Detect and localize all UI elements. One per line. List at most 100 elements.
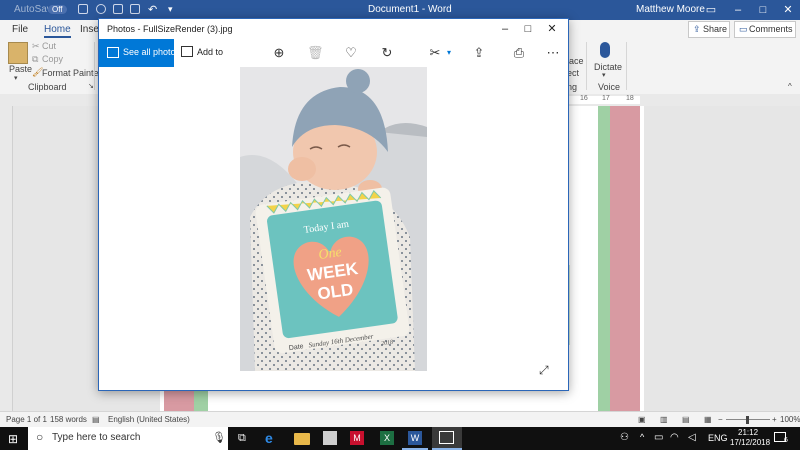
proofing-icon[interactable]: ▤ [92, 415, 100, 424]
word-title-bar: AutoSave Off ↶ ▾ Document1 - Word Matthe… [0, 0, 800, 20]
paste-dropdown-icon[interactable]: ▾ [14, 74, 18, 82]
language-status[interactable]: English (United States) [108, 415, 190, 424]
undo-icon[interactable]: ↶ [148, 3, 157, 16]
notification-count: 6 [784, 437, 788, 444]
print-preview-icon[interactable] [113, 4, 123, 14]
clipboard-launcher-icon[interactable]: ↘ [88, 82, 94, 90]
print-icon[interactable]: ⎙ [511, 45, 527, 61]
vertical-ruler [0, 106, 13, 411]
minimize-icon[interactable]: – [730, 2, 746, 18]
search-placeholder: Type here to search [52, 432, 141, 443]
save-icon[interactable] [78, 4, 88, 14]
customize-qat-icon[interactable]: ▾ [168, 4, 173, 15]
ribbon-separator [626, 42, 627, 90]
milestone-card: Today I am One WEEK OLD Date Sunday 16th… [255, 187, 410, 354]
replace-label[interactable]: lace [567, 56, 584, 66]
user-name[interactable]: Matthew Moore [636, 4, 705, 15]
excel-icon[interactable]: X [380, 431, 394, 445]
photo[interactable]: Today I am One WEEK OLD Date Sunday 16th… [240, 67, 427, 372]
zoom-in-icon[interactable]: ⊕ [271, 45, 287, 61]
ruler-number: 17 [602, 95, 610, 102]
status-bar: Page 1 of 1 158 words ▤ English (United … [0, 411, 800, 428]
ribbon-display-icon[interactable]: ▭ [703, 2, 719, 18]
web-layout-icon[interactable]: ▦ [704, 415, 712, 424]
see-all-photos-label: See all photos [123, 47, 181, 57]
wifi-icon[interactable]: ◠ [670, 432, 679, 443]
clock-date[interactable]: 17/12/2018 [730, 438, 770, 447]
file-explorer-icon[interactable] [294, 433, 310, 445]
share-icon[interactable]: ⇪ [471, 45, 487, 61]
read-mode-icon[interactable]: ▥ [660, 415, 668, 424]
image-icon [107, 47, 119, 58]
add-to-icon[interactable] [181, 46, 193, 57]
dictate-label[interactable]: Dictate [594, 62, 622, 72]
zoom-slider-thumb[interactable] [746, 416, 749, 424]
close-icon[interactable]: ✕ [543, 21, 561, 37]
volume-icon[interactable]: ◁ [688, 432, 696, 443]
tab-file[interactable]: File [12, 24, 28, 35]
close-icon[interactable]: ✕ [780, 2, 796, 18]
copy-icon: ⧉ [32, 54, 39, 64]
tray-expand-icon[interactable]: ^ [640, 432, 644, 442]
microphone-icon[interactable] [600, 42, 610, 58]
paste-icon[interactable] [8, 42, 28, 64]
zoom-level[interactable]: 100% [780, 415, 800, 424]
page-border-right-pink [610, 106, 640, 411]
search-box[interactable]: ○ Type here to search 🎙 [28, 427, 228, 450]
collapse-ribbon-icon[interactable]: ^ [788, 82, 792, 91]
zoom-in-status-icon[interactable]: + [772, 415, 777, 424]
share-icon: ⇪ [693, 24, 701, 34]
battery-icon[interactable]: ▭ [654, 432, 663, 443]
paste-label[interactable]: Paste [9, 64, 32, 74]
voice-group-label: Voice [598, 82, 621, 92]
add-to-label[interactable]: Add to [197, 47, 223, 57]
word-icon[interactable]: W [408, 431, 422, 445]
store-icon[interactable] [323, 431, 337, 445]
autosave-toggle[interactable]: Off [48, 5, 67, 14]
cut-label[interactable]: Cut [42, 41, 56, 51]
edge-icon[interactable]: e [265, 430, 281, 446]
undo-circle-icon[interactable] [96, 4, 106, 14]
people-icon[interactable]: ⚇ [620, 432, 629, 443]
see-all-photos-button[interactable]: See all photos [99, 39, 180, 67]
dictate-dropdown-icon[interactable]: ▾ [602, 71, 606, 79]
task-view-icon[interactable]: ⧉ [238, 430, 254, 446]
search-icon: ○ [36, 430, 44, 444]
print-layout-icon[interactable]: ▤ [682, 415, 690, 424]
maximize-icon[interactable]: □ [519, 21, 537, 37]
focus-mode-icon[interactable]: ▣ [638, 415, 646, 424]
minimize-icon[interactable]: – [496, 21, 514, 37]
touch-mode-icon[interactable] [130, 4, 140, 14]
microphone-icon[interactable]: 🎙 [212, 431, 226, 444]
comment-icon: ▭ [739, 24, 748, 34]
zoom-out-icon[interactable]: − [718, 415, 723, 424]
mcafee-icon[interactable]: M [350, 431, 364, 445]
edit-dropdown-icon[interactable]: ▾ [441, 45, 457, 61]
comments-label: Comments [749, 24, 793, 34]
comments-button[interactable]: ▭ Comments [734, 21, 796, 38]
language-indicator[interactable]: ENG [708, 433, 728, 443]
photos-title-bar[interactable]: Photos - FullSizeRender (3).jpg – □ ✕ [99, 19, 568, 39]
share-label: Share [703, 24, 728, 34]
cut-icon: ✂ [32, 41, 40, 51]
more-icon[interactable]: ⋯ [545, 45, 561, 61]
baby-hand [288, 157, 316, 181]
word-count[interactable]: 158 words [50, 415, 87, 424]
tab-home[interactable]: Home [44, 24, 71, 38]
windows-start-icon[interactable]: ⊞ [8, 432, 18, 446]
delete-icon[interactable]: 🗑 [307, 45, 324, 61]
maximize-icon[interactable]: □ [755, 2, 771, 18]
clock-time[interactable]: 21:12 [738, 428, 758, 437]
photos-toolbar: See all photos Add to ⊕ 🗑 ♡ ↻ ✂ ▾ ⇪ ⎙ ⋯ [99, 39, 568, 67]
page-count[interactable]: Page 1 of 1 [6, 415, 47, 424]
photos-taskbar-button[interactable] [432, 427, 462, 450]
ribbon-separator [586, 42, 587, 90]
fullscreen-icon[interactable]: ⤢ [539, 363, 549, 378]
page-border-right-green [598, 106, 610, 411]
format-painter-label[interactable]: Format Painter [42, 68, 102, 78]
heart-icon[interactable]: ♡ [343, 45, 359, 61]
baby-photo-image: Today I am One WEEK OLD Date Sunday 16th… [240, 67, 427, 372]
rotate-icon[interactable]: ↻ [379, 45, 395, 61]
copy-label[interactable]: Copy [42, 54, 63, 64]
share-button[interactable]: ⇪ Share [688, 21, 730, 38]
